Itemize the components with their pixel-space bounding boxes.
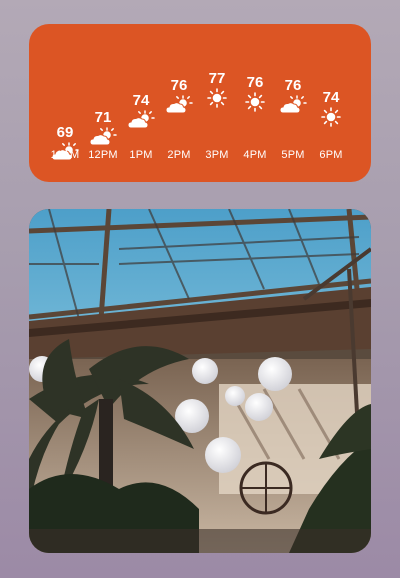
hour-label: 6PM	[319, 149, 343, 161]
sun-icon	[202, 88, 232, 108]
weather-widget[interactable]: 69 11AM 71 12PM 74 1PM 76 2PM 77 3PM 76 …	[29, 24, 371, 182]
partly-cloudy-icon	[164, 95, 194, 115]
temperature: 76	[284, 77, 302, 94]
partly-cloudy-icon	[278, 95, 308, 115]
temperature: 76	[246, 74, 264, 91]
partly-cloudy-icon	[88, 127, 118, 147]
temperature: 71	[94, 109, 112, 126]
hour-column: 74 6PM	[311, 24, 351, 182]
temperature: 69	[56, 124, 74, 141]
hourly-forecast: 69 11AM 71 12PM 74 1PM 76 2PM 77 3PM 76 …	[45, 24, 355, 182]
temperature: 74	[322, 89, 340, 106]
photo-widget[interactable]	[29, 209, 371, 553]
courtyard-photo	[29, 209, 371, 553]
sun-icon	[240, 92, 270, 112]
partly-cloudy-icon	[126, 110, 156, 130]
temperature: 77	[208, 70, 226, 87]
temperature: 76	[170, 77, 188, 94]
temperature: 74	[132, 92, 150, 109]
sun-icon	[316, 107, 346, 127]
